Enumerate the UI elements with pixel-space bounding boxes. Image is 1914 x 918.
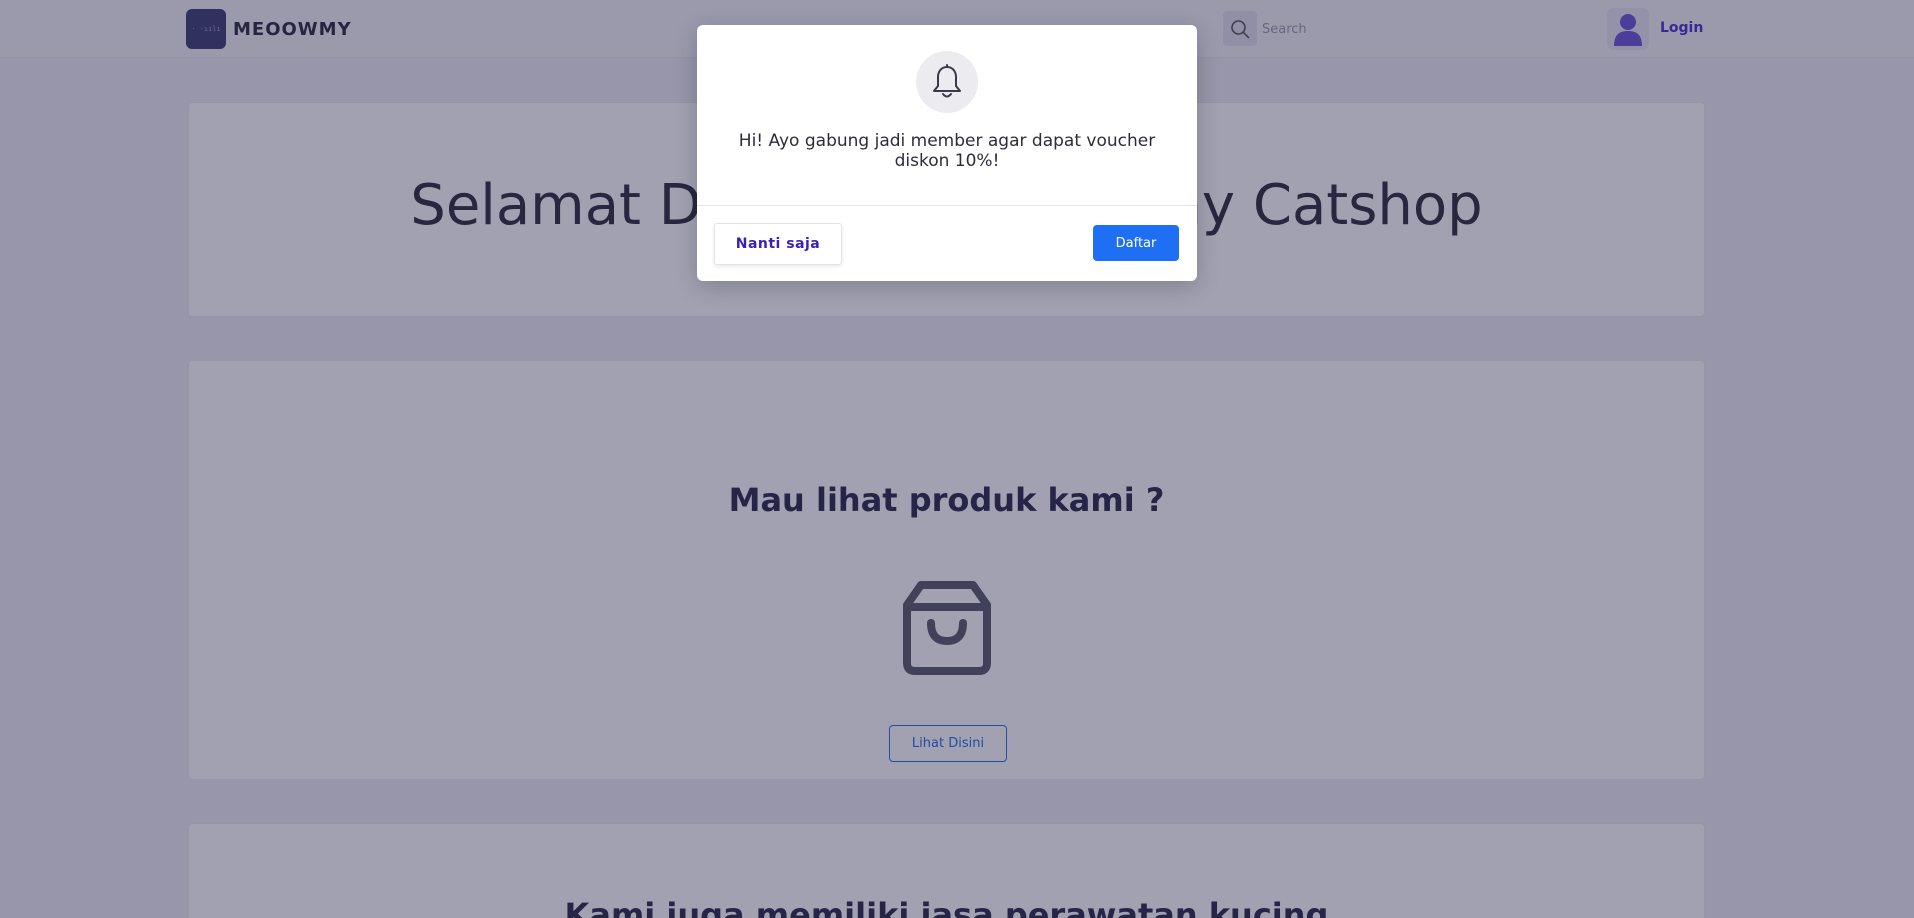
page: · ·ıılı MEOOWMY Login Selamat Datang di … — [0, 0, 1914, 918]
modal-divider — [697, 205, 1197, 206]
membership-modal: Hi! Ayo gabung jadi member agar dapat vo… — [697, 25, 1197, 281]
bell-icon — [933, 64, 961, 98]
bell-badge — [916, 51, 978, 113]
modal-message: Hi! Ayo gabung jadi member agar dapat vo… — [738, 131, 1156, 171]
register-button[interactable]: Daftar — [1093, 225, 1179, 261]
later-button[interactable]: Nanti saja — [714, 223, 842, 265]
